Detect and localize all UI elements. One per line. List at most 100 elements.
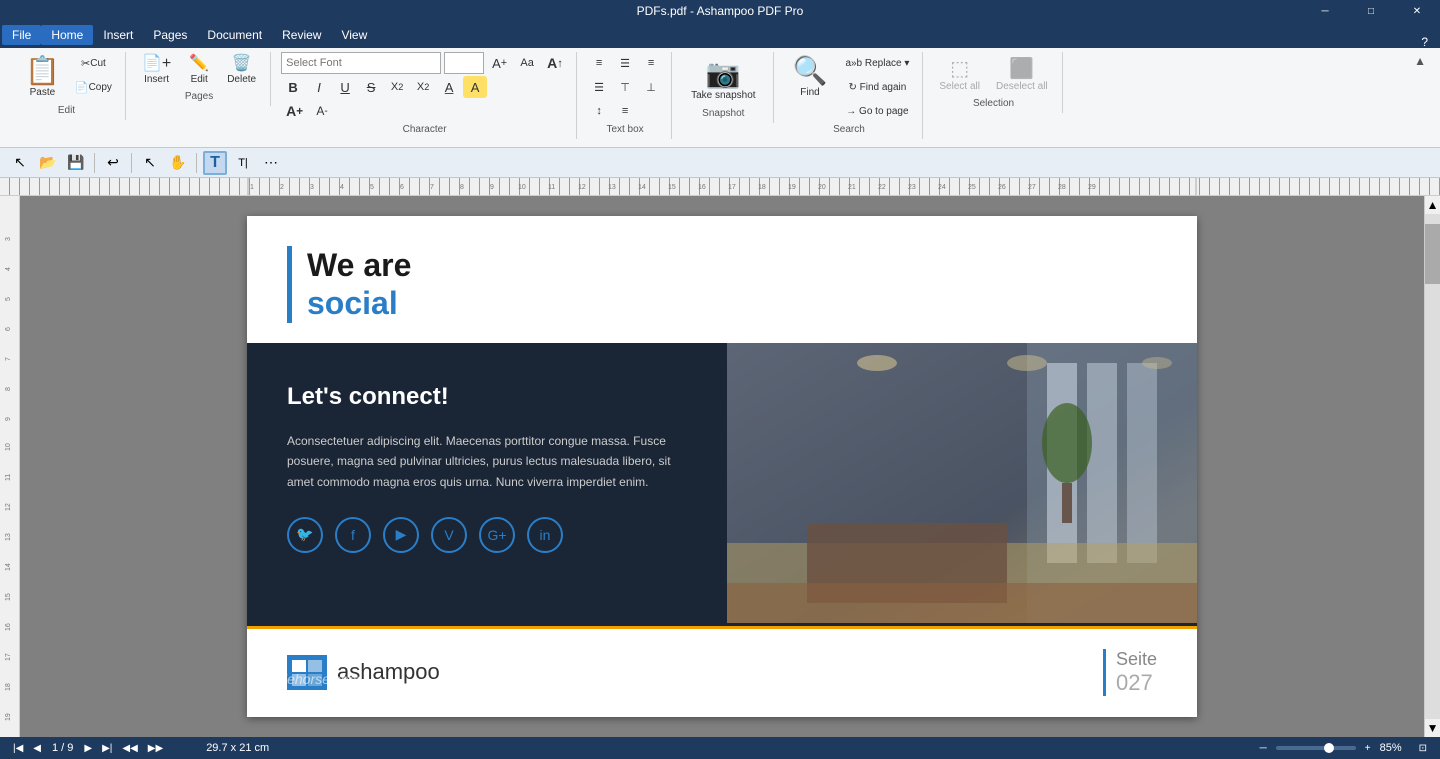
right-scrollbar[interactable]: ▲ ▼ [1424, 196, 1440, 737]
menu-file[interactable]: File [2, 25, 41, 45]
strikethrough-button[interactable]: S [359, 76, 383, 98]
toolbar-separator-3 [196, 153, 197, 173]
scroll-up-button[interactable]: ▲ [1425, 196, 1440, 214]
svg-text:23: 23 [908, 184, 916, 191]
linkedin-icon[interactable]: in [527, 517, 563, 553]
first-page-button[interactable]: |◀ [10, 742, 26, 755]
snapshot-controls: 📷 Take snapshot [682, 52, 765, 106]
font-input[interactable] [281, 52, 441, 74]
paste-label: Paste [30, 87, 56, 98]
nav-right-button[interactable]: ▶▶ [145, 742, 166, 755]
scroll-track[interactable] [1425, 214, 1440, 719]
align-row2: ☰ ⊤ ⊥ [587, 76, 663, 98]
ribbon-collapse-button[interactable]: ▲ [1408, 52, 1432, 70]
social-icons-row: 🐦 f ▶ V G+ in [287, 517, 687, 553]
list-button[interactable]: ≡ [613, 100, 637, 122]
selection-controls: ⬚ Select all ⬛ Deselect all [933, 52, 1053, 96]
help-button[interactable]: ? [1421, 35, 1428, 49]
edit-page-button[interactable]: ✏️ Edit [179, 52, 219, 89]
text-tool[interactable]: T [203, 151, 227, 175]
subscript-button[interactable]: X2 [385, 76, 409, 98]
zoom-slider[interactable] [1276, 746, 1356, 750]
headline-text: We are social [307, 246, 411, 323]
take-snapshot-button[interactable]: 📷 Take snapshot [682, 52, 765, 106]
aa-button[interactable]: Aa [515, 52, 539, 74]
justify-button[interactable]: ☰ [587, 76, 611, 98]
highlight-button[interactable]: A [463, 76, 487, 98]
cursor-tool[interactable]: ↖ [138, 151, 162, 175]
italic-button[interactable]: I [307, 76, 331, 98]
underline-button[interactable]: U [333, 76, 357, 98]
open-tool[interactable]: 📂 [36, 151, 60, 175]
svg-text:5: 5 [5, 297, 12, 301]
save-tool[interactable]: 💾 [64, 151, 88, 175]
grow-font-button[interactable]: A+ [487, 52, 512, 74]
delete-button[interactable]: 🗑️ Delete [221, 52, 262, 89]
menu-pages[interactable]: Pages [143, 25, 197, 45]
canvas-area[interactable]: We are social Let's connect! Aconsectetu… [20, 196, 1424, 737]
camera-icon: 📷 [706, 57, 741, 90]
find-button[interactable]: 🔍 Find [784, 52, 837, 103]
replace-button[interactable]: a»b Replace ▾ [840, 52, 914, 74]
scroll-down-button[interactable]: ▼ [1425, 719, 1440, 737]
find-again-button[interactable]: ↻ Find again [840, 76, 914, 98]
more-tool[interactable]: ⋯ [259, 151, 283, 175]
paste-button[interactable]: 📋 Paste [16, 52, 69, 103]
align-center-button[interactable]: ☰ [613, 52, 637, 74]
go-to-page-button[interactable]: → Go to page [840, 100, 914, 122]
youtube-icon[interactable]: ▶ [383, 517, 419, 553]
cut-button[interactable]: ✂ Cut [70, 52, 117, 74]
font-color-button[interactable]: A [437, 76, 461, 98]
spacing-row: ↕ ≡ [587, 100, 663, 122]
hand-tool[interactable]: ✋ [166, 151, 190, 175]
menu-document[interactable]: Document [197, 25, 272, 45]
text-edit-tool[interactable]: T| [231, 151, 255, 175]
shrink-font-button[interactable]: A- [310, 100, 334, 122]
close-button[interactable]: ✕ [1394, 0, 1440, 22]
vimeo-icon[interactable]: V [431, 517, 467, 553]
align-middle-button[interactable]: ⊥ [639, 76, 663, 98]
align-left-button[interactable]: ≡ [587, 52, 611, 74]
insert-button[interactable]: 📄+ Insert [136, 52, 177, 89]
last-page-button[interactable]: ▶| [99, 742, 115, 755]
ribbon-group-snapshot: 📷 Take snapshot Snapshot [674, 52, 774, 123]
minimize-button[interactable]: ─ [1302, 0, 1348, 22]
menu-insert[interactable]: Insert [93, 25, 143, 45]
zoom-out-button[interactable]: ─ [1257, 742, 1270, 755]
font-size-input[interactable] [444, 52, 484, 74]
twitter-icon[interactable]: 🐦 [287, 517, 323, 553]
svg-text:25: 25 [968, 184, 976, 191]
grow-font3-button[interactable]: A+ [281, 100, 308, 122]
align-right-button[interactable]: ≡ [639, 52, 663, 74]
select-all-button[interactable]: ⬚ Select all [933, 52, 986, 96]
line-spacing-button[interactable]: ↕ [587, 100, 611, 122]
menu-home[interactable]: Home [41, 25, 93, 45]
svg-text:16: 16 [698, 184, 706, 191]
menu-view[interactable]: View [331, 25, 377, 45]
copy-button[interactable]: 📄 Copy [70, 76, 117, 98]
filehorse-watermark: filehorse.com [277, 671, 360, 687]
grow-font2-button[interactable]: A↑ [542, 52, 568, 74]
scroll-thumb[interactable] [1425, 224, 1440, 284]
next-page-button[interactable]: ▶ [81, 742, 95, 755]
main-area: 3 4 5 6 7 8 9 10 11 12 13 14 15 16 17 18… [0, 196, 1440, 737]
align-top-button[interactable]: ⊤ [613, 76, 637, 98]
fit-width-button[interactable]: ⊡ [1416, 742, 1430, 755]
google-plus-icon[interactable]: G+ [479, 517, 515, 553]
pointer-tool[interactable]: ↖ [8, 151, 32, 175]
cut-copy-buttons: ✂ Cut 📄 Copy [70, 52, 117, 98]
pdf-page: We are social Let's connect! Aconsectetu… [247, 216, 1197, 717]
zoom-in-button[interactable]: + [1362, 742, 1374, 755]
bold-button[interactable]: B [281, 76, 305, 98]
menu-review[interactable]: Review [272, 25, 331, 45]
superscript-button[interactable]: X2 [411, 76, 435, 98]
deselect-all-button[interactable]: ⬛ Deselect all [990, 52, 1054, 96]
maximize-button[interactable]: □ [1348, 0, 1394, 22]
undo-tool[interactable]: ↩ [101, 151, 125, 175]
facebook-icon[interactable]: f [335, 517, 371, 553]
svg-text:5: 5 [370, 184, 374, 191]
prev-page-button[interactable]: ◀ [30, 742, 44, 755]
svg-text:6: 6 [5, 327, 12, 331]
nav-left-button[interactable]: ◀◀ [119, 742, 140, 755]
svg-text:19: 19 [5, 713, 12, 721]
